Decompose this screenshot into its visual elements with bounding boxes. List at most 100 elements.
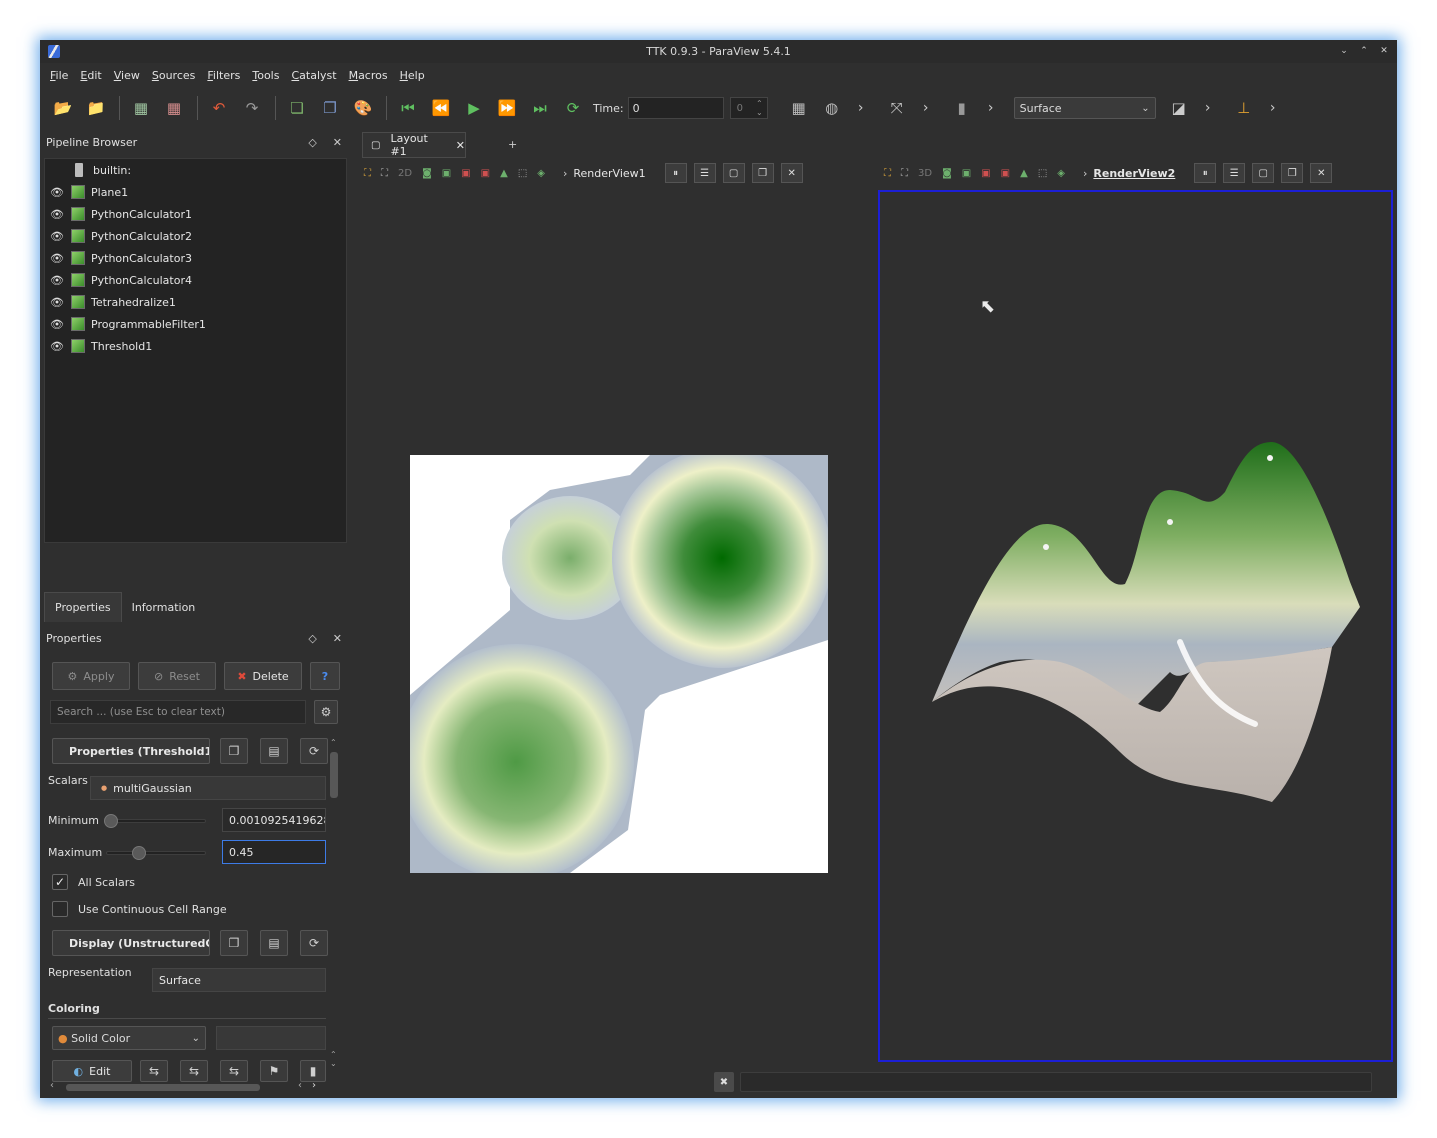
select-cells-icon[interactable]: ⛶ xyxy=(364,168,371,179)
previous-frame-icon[interactable]: ⏪ xyxy=(428,95,454,121)
float-icon[interactable]: ◇ xyxy=(308,136,316,149)
interactive-select-icon[interactable]: ◈ xyxy=(1057,168,1065,179)
pipeline-item[interactable]: 👁 PythonCalculator2 xyxy=(45,225,346,247)
toolbar-overflow-chevron-icon[interactable]: › xyxy=(917,100,935,116)
select-cells-on-icon[interactable]: ▣ xyxy=(962,168,971,179)
menu-help[interactable]: Help xyxy=(394,69,431,82)
menu-filters[interactable]: Filters xyxy=(201,69,246,82)
time-step-spinbox[interactable]: 0 xyxy=(729,97,768,119)
representation-select[interactable]: Surface ⌄ xyxy=(1013,97,1156,119)
maximum-slider-track[interactable] xyxy=(106,851,206,855)
restore-view-icon[interactable]: ❐ xyxy=(751,163,774,183)
copy-icon[interactable]: ❐ xyxy=(220,930,248,956)
eye-icon[interactable]: 👁 xyxy=(45,230,69,243)
add-layout-tab[interactable]: + xyxy=(508,138,517,151)
maximize-icon[interactable]: ⌃ xyxy=(1357,44,1371,58)
maximum-slider-handle[interactable] xyxy=(132,846,146,860)
disconnect-icon[interactable]: ▦ xyxy=(161,95,187,121)
select-points-icon[interactable]: ⛶ xyxy=(381,168,388,179)
loop-icon[interactable]: ⟳ xyxy=(560,95,586,121)
menu-file[interactable]: File xyxy=(44,69,74,82)
eye-icon[interactable]: 👁 xyxy=(45,318,69,331)
close-tab-icon[interactable]: ✕ xyxy=(456,139,465,152)
select-cells-icon[interactable]: ⛶ xyxy=(884,168,891,179)
abort-icon[interactable]: ✖ xyxy=(714,1072,734,1092)
minimum-slider-track[interactable] xyxy=(106,819,206,823)
scalars-select[interactable]: ● multiGaussian xyxy=(90,776,326,800)
split-horizontal-icon[interactable]: ⏸ xyxy=(664,163,687,183)
menu-view[interactable]: View xyxy=(108,69,146,82)
chevron-right-icon[interactable]: › xyxy=(1083,167,1087,180)
maximize-view-icon[interactable]: ▢ xyxy=(722,163,745,183)
query-icon[interactable]: ◍ xyxy=(819,95,845,121)
minimum-input[interactable]: 0.00109254196286200 xyxy=(222,808,326,832)
eye-icon[interactable]: 👁 xyxy=(45,274,69,287)
close-icon[interactable]: ✕ xyxy=(1377,44,1391,58)
close-icon[interactable]: ✕ xyxy=(333,632,342,645)
render-view-1[interactable] xyxy=(360,190,874,1060)
select-cells-through-icon[interactable]: ▣ xyxy=(1001,168,1010,179)
pipeline-item[interactable]: 👁 Plane1 xyxy=(45,181,346,203)
next-frame-icon[interactable]: ⏩ xyxy=(494,95,520,121)
menu-edit[interactable]: Edit xyxy=(74,69,107,82)
capture-icon[interactable]: ◙ xyxy=(422,168,432,179)
save-data-icon[interactable]: 📁 xyxy=(83,95,109,121)
select-points-on-icon[interactable]: ▣ xyxy=(461,168,470,179)
select-block-icon[interactable]: ⬚ xyxy=(1038,168,1047,179)
paste-icon[interactable]: ▤ xyxy=(260,930,288,956)
pipeline-item[interactable]: 👁 Tetrahedralize1 xyxy=(45,291,346,313)
play-icon[interactable]: ▶ xyxy=(461,95,487,121)
copy-icon[interactable]: ❐ xyxy=(220,738,248,764)
time-input[interactable] xyxy=(627,97,724,119)
chevron-up-icon[interactable]: ⌃ xyxy=(330,738,337,747)
calculator-icon[interactable]: ▦ xyxy=(786,95,812,121)
coloring-select[interactable]: ● Solid Color ⌄ xyxy=(52,1026,206,1050)
render-view-2[interactable]: ⬉ xyxy=(878,190,1393,1062)
eye-icon[interactable]: 👁 xyxy=(45,252,69,265)
toolbar-overflow-chevron-icon[interactable]: › xyxy=(982,100,1000,116)
restore-defaults-icon[interactable]: ⟳ xyxy=(300,930,328,956)
tab-information[interactable]: Information xyxy=(122,592,206,622)
palette-icon[interactable]: 🎨 xyxy=(350,95,376,121)
menu-tools[interactable]: Tools xyxy=(246,69,285,82)
split-vertical-icon[interactable]: ☰ xyxy=(693,163,716,183)
maximum-input[interactable]: 0.45 xyxy=(222,840,326,864)
close-view-icon[interactable]: ✕ xyxy=(1310,163,1333,183)
select-points-icon[interactable]: ⛶ xyxy=(901,168,908,179)
properties-vertical-scrollbar[interactable]: ⌃ xyxy=(328,738,340,1068)
paste-icon[interactable]: ▤ xyxy=(260,738,288,764)
menu-macros[interactable]: Macros xyxy=(343,69,394,82)
reset-button[interactable]: ⊘ Reset xyxy=(138,662,216,690)
select-polygon-icon[interactable]: ▲ xyxy=(1020,168,1028,179)
eye-icon[interactable]: 👁 xyxy=(45,208,69,221)
eye-icon[interactable]: 👁 xyxy=(45,296,69,309)
minimize-icon[interactable]: ⌄ xyxy=(1337,44,1351,58)
pipeline-tree[interactable]: builtin: 👁 Plane1 👁 PythonCalculator1 👁 … xyxy=(44,158,347,543)
menu-catalyst[interactable]: Catalyst xyxy=(285,69,342,82)
help-button[interactable]: ? xyxy=(310,662,340,690)
reset-camera-icon[interactable]: ⤧ xyxy=(884,95,910,121)
interactive-select-icon[interactable]: ◈ xyxy=(537,168,545,179)
close-icon[interactable]: ✕ xyxy=(333,136,342,149)
eye-icon[interactable]: 👁 xyxy=(45,340,69,353)
gear-icon[interactable]: ⚙ xyxy=(314,700,338,724)
first-frame-icon[interactable]: ⏮ xyxy=(395,95,421,121)
select-polygon-icon[interactable]: ▲ xyxy=(500,168,508,179)
last-frame-icon[interactable]: ⏭ xyxy=(527,95,553,121)
interaction-mode-toggle[interactable]: 3D xyxy=(918,168,932,179)
interaction-mode-toggle[interactable]: 2D xyxy=(398,168,412,179)
search-input[interactable]: Search ... (use Esc to clear text) xyxy=(50,700,306,724)
toolbar-overflow-chevron-icon[interactable]: › xyxy=(852,100,870,116)
pipeline-item[interactable]: 👁 PythonCalculator4 xyxy=(45,269,346,291)
toolbar-overflow-chevron-icon[interactable]: › xyxy=(1199,100,1217,116)
restore-defaults-icon[interactable]: ⟳ xyxy=(300,738,328,764)
eye-icon[interactable]: 👁 xyxy=(45,186,69,199)
all-scalars-checkbox[interactable]: ✓ xyxy=(52,874,68,890)
split-vertical-icon[interactable]: ☰ xyxy=(1223,163,1246,183)
apply-button[interactable]: ⚙ Apply xyxy=(52,662,130,690)
section-display[interactable]: Display (UnstructuredGrid) xyxy=(52,930,210,956)
scrollbar-thumb[interactable] xyxy=(330,752,338,798)
section-properties-threshold[interactable]: Properties (Threshold1) xyxy=(52,738,210,764)
select-cells-on-icon[interactable]: ▣ xyxy=(442,168,451,179)
pipeline-item[interactable]: builtin: xyxy=(45,159,346,181)
